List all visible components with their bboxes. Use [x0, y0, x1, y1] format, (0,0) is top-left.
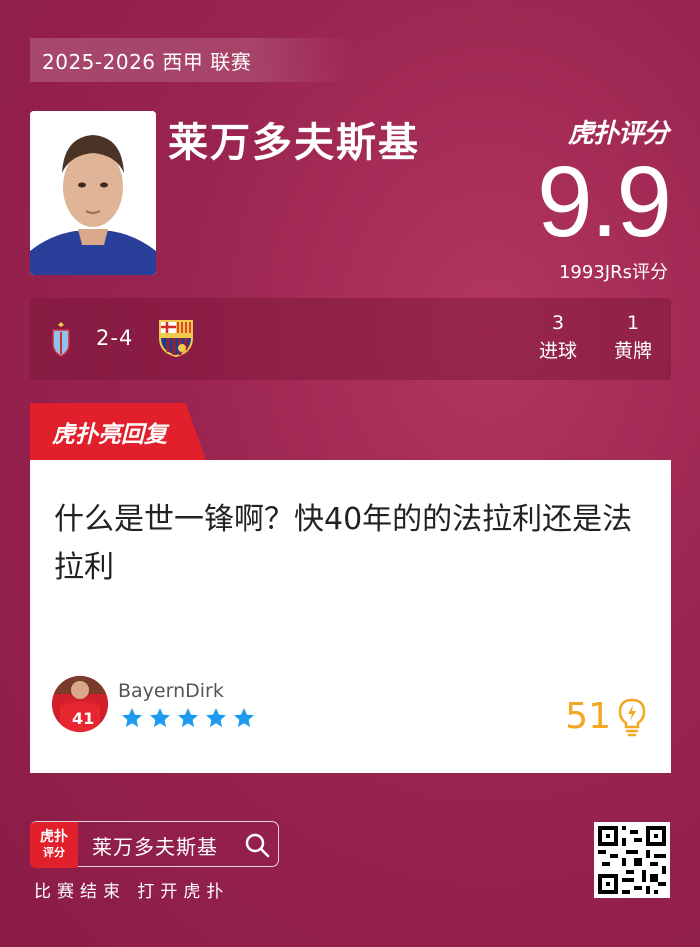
stat-goals-value: 3 — [551, 312, 565, 334]
hupu-app-logo-text: 虎扑 — [40, 829, 68, 845]
stat-yellow-value: 1 — [626, 312, 640, 334]
username[interactable]: BayernDirk — [118, 680, 224, 702]
stat-goals-label: 进球 — [538, 340, 577, 362]
user-rating-stars — [120, 706, 256, 730]
highlight-reply-tab: 虎扑亮回复 — [30, 403, 206, 461]
star-icon — [178, 708, 198, 727]
rating-score: 9.9 — [536, 146, 672, 258]
player-name: 莱万多夫斯基 — [168, 120, 420, 166]
svg-text:41: 41 — [72, 709, 94, 728]
stat-yellow-cards: 1 黄牌 — [608, 310, 658, 366]
qr-code — [594, 822, 670, 898]
footer-caption: 比赛结束 打开虎扑 — [34, 882, 230, 902]
reply-card[interactable]: 什么是世一锋啊？快40年的的法拉利还是法拉利 41 BayernDirk 51 — [30, 460, 671, 773]
hupu-app-logo-subtext: 评分 — [43, 846, 65, 859]
star-icon — [122, 708, 142, 727]
match-summary[interactable]: 2-4 3 进球 1 黄牌 — [30, 298, 671, 380]
rating-count: 1993JRs评分 — [558, 262, 668, 283]
reply-text: 什么是世一锋啊？快40年的的法拉利还是法拉利 — [54, 502, 633, 585]
season-text: 2025-2026 西甲 联赛 — [42, 49, 252, 74]
star-icon — [206, 708, 226, 727]
user-avatar[interactable]: 41 — [52, 676, 108, 732]
lightbulb-icon — [618, 698, 646, 736]
search-icon[interactable] — [244, 832, 270, 858]
season-label: 2025-2026 西甲 联赛 — [30, 38, 352, 82]
highlight-reply-label: 虎扑亮回复 — [52, 422, 167, 448]
star-icon — [234, 708, 254, 727]
match-score: 2-4 — [96, 326, 134, 350]
like-count: 51 — [565, 696, 611, 737]
barcelona-crest-icon — [159, 320, 193, 358]
player-photo — [30, 111, 156, 275]
like-button[interactable]: 51 — [565, 696, 647, 737]
hupu-app-logo: 虎扑 评分 — [30, 822, 78, 868]
stat-yellow-label: 黄牌 — [613, 340, 652, 362]
celta-vigo-crest-icon — [52, 322, 70, 357]
hupu-rating-logo: 虎扑评分 — [567, 119, 669, 149]
stat-goals: 3 进球 — [536, 310, 580, 366]
search-query-text[interactable]: 莱万多夫斯基 — [92, 831, 218, 860]
star-icon — [150, 708, 170, 727]
